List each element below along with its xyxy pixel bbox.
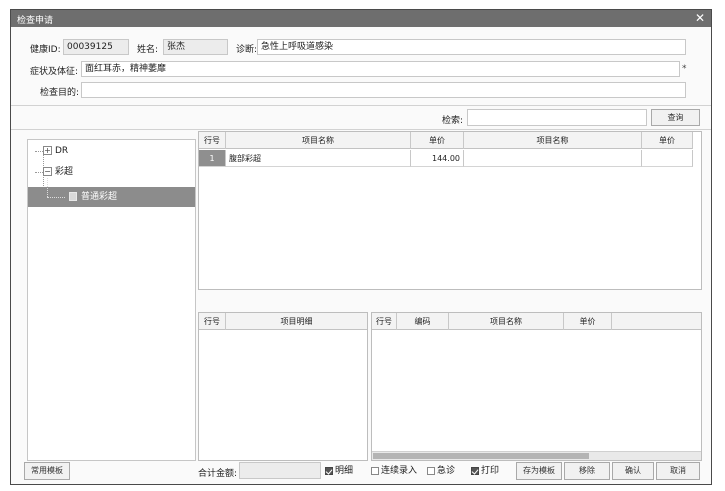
continuous-entry-checkbox[interactable]: 连续录入: [371, 464, 417, 478]
tree-node-color-ultrasound[interactable]: − 彩超: [43, 165, 73, 179]
search-button[interactable]: 查询: [651, 109, 700, 126]
search-label: 检索:: [442, 116, 464, 126]
emergency-checkbox[interactable]: 急诊: [427, 464, 455, 478]
item-name: 腹部彩超: [226, 150, 411, 167]
purpose-field[interactable]: [81, 82, 686, 98]
document-icon: [69, 192, 77, 201]
health-id-value: 00039125: [67, 42, 113, 52]
column-header[interactable]: 项目明细: [226, 313, 367, 330]
divider: [11, 129, 711, 130]
tree-node-label: 彩超: [55, 167, 74, 177]
checkbox-label: 明细: [335, 466, 354, 476]
close-icon[interactable]: ✕: [695, 11, 705, 25]
remove-button[interactable]: 移除: [564, 462, 610, 480]
tree-leaf-label: 普通彩超: [81, 192, 118, 202]
name-label: 姓名:: [137, 45, 159, 55]
checkbox-icon: [427, 466, 435, 475]
tree-node-label: DR: [55, 146, 69, 156]
tree-node-dr[interactable]: + DR: [43, 144, 68, 158]
item-price-2: [642, 150, 693, 167]
detail-table-header: 行号 项目明细: [199, 313, 367, 330]
confirm-button[interactable]: 确认: [612, 462, 654, 480]
print-checkbox[interactable]: 打印: [471, 464, 499, 478]
title-bar: 检查申请 ✕: [11, 10, 711, 27]
detail-checkbox[interactable]: 明细: [325, 464, 353, 478]
search-input[interactable]: [467, 109, 647, 126]
health-id-field: 00039125: [63, 39, 129, 55]
dialog-title: 检查申请: [17, 16, 54, 26]
detail-table: 行号 项目明细: [198, 312, 368, 461]
save-template-button[interactable]: 存为模板: [516, 462, 562, 480]
column-header[interactable]: 行号: [372, 313, 397, 330]
selected-items-table: 行号 编码 项目名称 单价: [371, 312, 702, 461]
name-field: 张杰: [163, 39, 228, 55]
checkbox-checked-icon: [325, 466, 333, 475]
checkbox-label: 连续录入: [381, 466, 418, 476]
tree-guide: [47, 197, 65, 198]
column-header[interactable]: 单价: [411, 132, 464, 149]
diagnosis-label: 诊断:: [236, 45, 258, 55]
checkbox-checked-icon: [471, 466, 479, 475]
divider: [11, 105, 711, 106]
table-row[interactable]: 1 腹部彩超 144.00: [199, 150, 693, 168]
column-header[interactable]: 行号: [199, 313, 226, 330]
required-mark: *: [682, 64, 687, 74]
scrollbar-thumb[interactable]: [373, 453, 589, 459]
column-header[interactable]: 项目名称: [226, 132, 411, 149]
total-amount-field: [239, 462, 321, 479]
checkbox-label: 打印: [481, 466, 500, 476]
expand-icon[interactable]: +: [43, 146, 52, 155]
diagnosis-field[interactable]: 急性上呼吸道感染: [257, 39, 686, 55]
symptoms-label: 症状及体征:: [30, 67, 79, 77]
selected-table-header: 行号 编码 项目名称 单价: [372, 313, 701, 330]
tree-leaf-selected[interactable]: 普通彩超: [28, 178, 195, 207]
column-header[interactable]: 行号: [199, 132, 226, 149]
symptoms-field[interactable]: 面红耳赤，精神萎靡: [81, 61, 680, 77]
column-header[interactable]: 项目名称: [449, 313, 564, 330]
tree-guide: [35, 151, 43, 152]
diagnosis-value: 急性上呼吸道感染: [261, 42, 334, 52]
category-tree: + DR − 彩超 普通彩超: [27, 139, 196, 461]
column-header[interactable]: 单价: [564, 313, 612, 330]
horizontal-scrollbar[interactable]: [372, 451, 701, 460]
symptoms-value: 面红耳赤，精神萎靡: [85, 64, 167, 74]
checkbox-icon: [371, 466, 379, 475]
cancel-button[interactable]: 取消: [656, 462, 700, 480]
exam-request-dialog: 检查申请 ✕ 健康ID: 00039125 姓名: 张杰 诊断: 急性上呼吸道感…: [10, 9, 712, 485]
column-header[interactable]: 项目名称: [464, 132, 642, 149]
items-table: 行号 项目名称 单价 项目名称 单价 1 腹部彩超 144.00: [198, 131, 702, 290]
items-table-header: 行号 项目名称 单价 项目名称 单价: [199, 132, 693, 149]
tree-guide: [47, 178, 48, 197]
column-header[interactable]: 编码: [397, 313, 449, 330]
health-id-label: 健康ID:: [30, 45, 61, 55]
name-value: 张杰: [167, 42, 186, 52]
row-number: 1: [199, 150, 226, 167]
tree-guide: [35, 172, 43, 173]
collapse-icon[interactable]: −: [43, 167, 52, 176]
tree-leaf: 普通彩超: [69, 191, 117, 203]
item-name-2: [464, 150, 642, 167]
column-header[interactable]: 单价: [642, 132, 693, 149]
total-amount-label: 合计金额:: [198, 469, 238, 479]
common-template-button[interactable]: 常用模板: [24, 462, 70, 480]
purpose-label: 检查目的:: [40, 88, 80, 98]
checkbox-label: 急诊: [437, 466, 456, 476]
item-price: 144.00: [411, 150, 464, 167]
